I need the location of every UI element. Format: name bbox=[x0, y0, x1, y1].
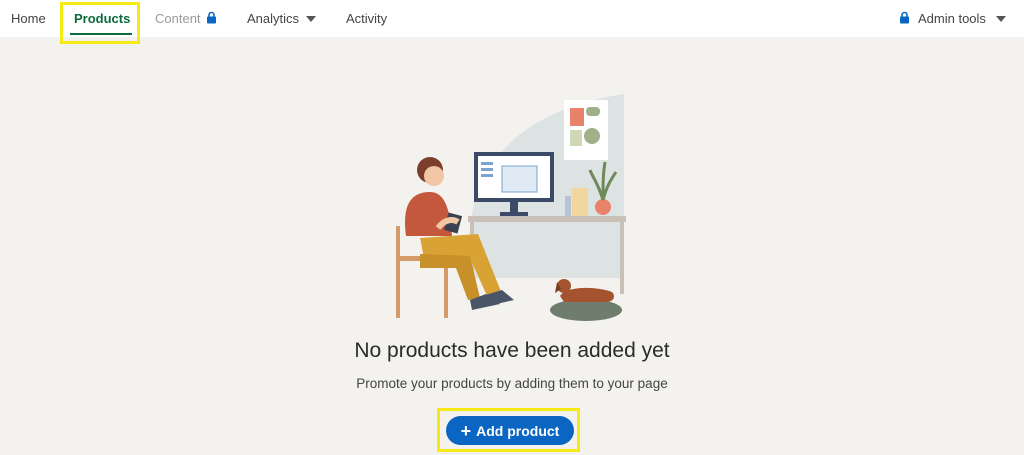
add-product-label: Add product bbox=[476, 422, 560, 439]
admin-tools-label: Admin tools bbox=[918, 11, 986, 26]
tab-home[interactable]: Home bbox=[11, 0, 46, 37]
tab-analytics[interactable]: Analytics bbox=[247, 0, 317, 37]
plus-icon: + bbox=[460, 420, 472, 441]
empty-state-title: No products have been added yet bbox=[354, 339, 670, 362]
add-product-button[interactable]: + Add product bbox=[446, 416, 574, 445]
lock-icon bbox=[899, 11, 910, 27]
products-tab-highlight bbox=[60, 2, 140, 44]
tab-activity-label: Activity bbox=[346, 11, 388, 26]
tab-analytics-label: Analytics bbox=[247, 11, 300, 26]
tab-content[interactable]: Content bbox=[155, 0, 217, 37]
chevron-down-icon bbox=[995, 15, 1006, 22]
empty-state-illustration bbox=[396, 94, 626, 321]
chevron-down-icon bbox=[306, 15, 317, 22]
tab-content-label: Content bbox=[155, 11, 201, 26]
lock-icon bbox=[206, 11, 217, 27]
empty-state-subtitle: Promote your products by adding them to … bbox=[356, 376, 668, 391]
admin-tools-menu[interactable]: Admin tools bbox=[899, 0, 1006, 37]
tab-home-label: Home bbox=[11, 11, 46, 26]
top-navigation: Home Products Content Analytics Activity… bbox=[0, 0, 1024, 44]
tab-activity[interactable]: Activity bbox=[346, 0, 387, 37]
